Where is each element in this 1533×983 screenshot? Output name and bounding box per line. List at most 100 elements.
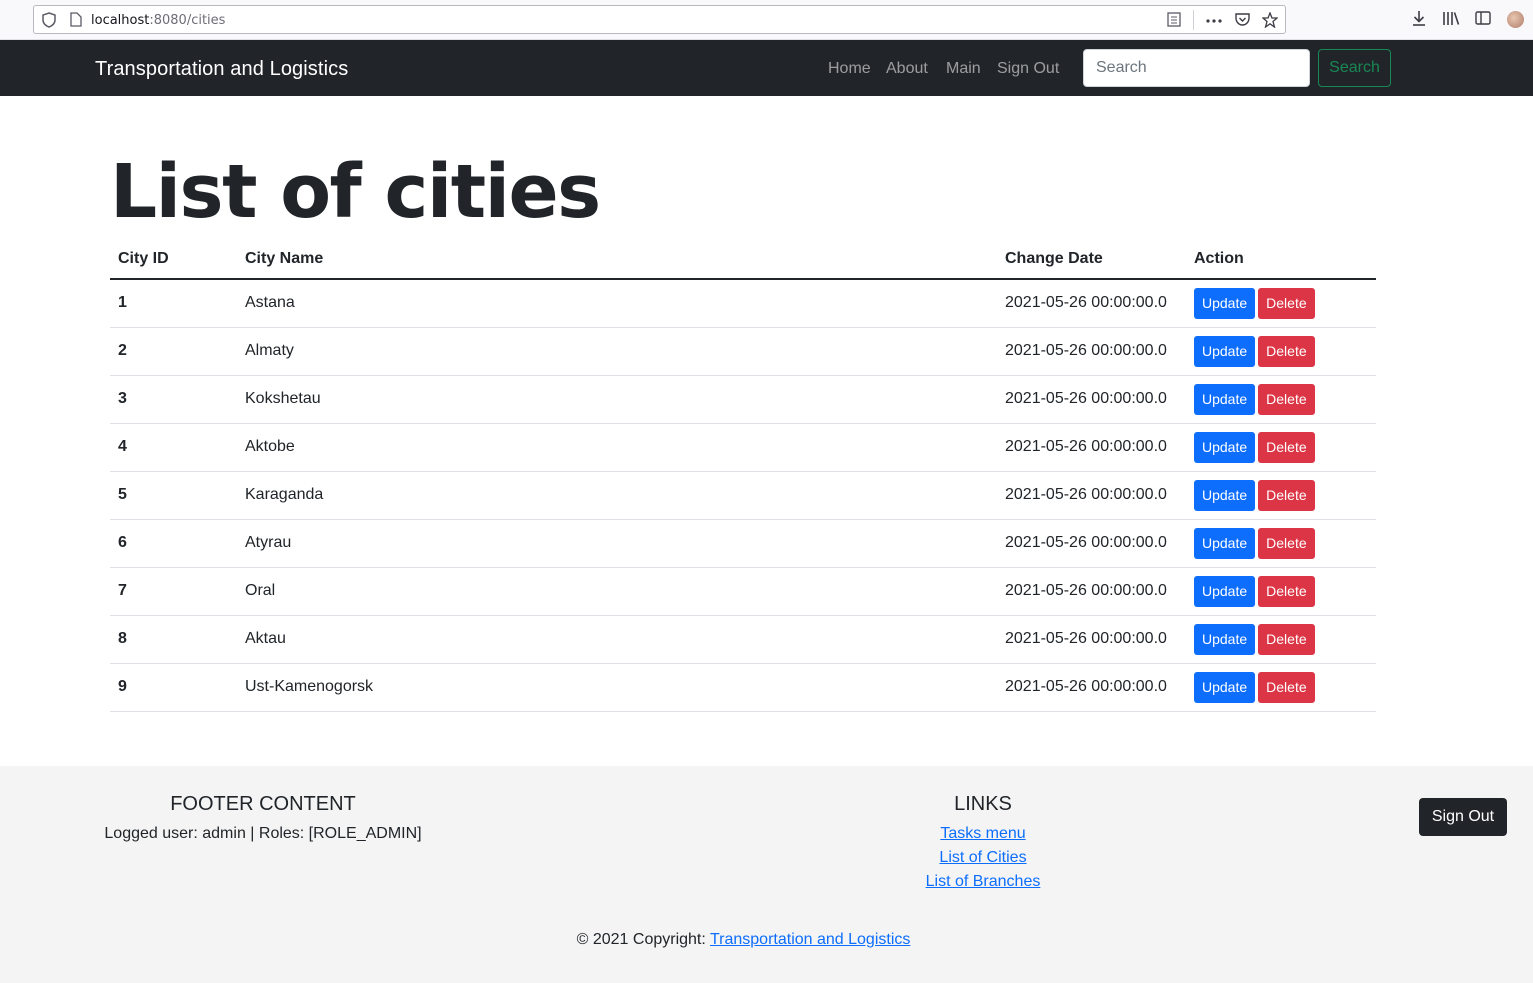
url-path: :8080/cities: [149, 13, 226, 28]
toolbar-separator: [1193, 10, 1194, 30]
change-date-cell: 2021-05-26 00:00:00.0: [997, 471, 1186, 520]
change-date-cell: 2021-05-26 00:00:00.0: [997, 423, 1186, 472]
city-id-cell: 3: [110, 375, 237, 424]
city-name-cell: Kokshetau: [237, 375, 997, 424]
city-id-cell: 7: [110, 567, 237, 616]
search-input[interactable]: [1083, 49, 1310, 87]
table-row: 3 Kokshetau 2021-05-26 00:00:00.0 Update Del…: [110, 375, 1376, 424]
table-row: 8 Aktau 2021-05-26 00:00:00.0 Update Delete: [110, 615, 1376, 664]
bookmark-star-icon[interactable]: [1261, 11, 1279, 29]
footer-link-list-of-cities[interactable]: List of Cities: [883, 846, 1083, 870]
nav-link-home[interactable]: Home: [828, 59, 871, 79]
search-button[interactable]: Search: [1318, 49, 1391, 87]
action-cell: Update Delete: [1186, 375, 1376, 424]
copyright-text: © 2021 Copyright:: [576, 931, 710, 948]
city-name-cell: Ust-Kamenogorsk: [237, 663, 997, 712]
footer-links-section: LINKS Tasks menu List of Cities List of …: [883, 792, 1083, 894]
city-name-cell: Aktau: [237, 615, 997, 664]
nav-link-about[interactable]: About: [886, 59, 928, 79]
city-name-cell: Astana: [237, 279, 997, 328]
change-date-cell: 2021-05-26 00:00:00.0: [997, 519, 1186, 568]
action-cell: Update Delete: [1186, 615, 1376, 664]
city-name-cell: Oral: [237, 567, 997, 616]
footer-link-list-of-branches[interactable]: List of Branches: [883, 870, 1083, 894]
column-header-city-name: City Name: [237, 240, 997, 280]
footer-sign-out-button[interactable]: Sign Out: [1419, 798, 1507, 836]
shield-icon[interactable]: [41, 12, 57, 28]
update-button[interactable]: Update: [1194, 383, 1256, 415]
column-header-change-date: Change Date: [997, 240, 1186, 280]
change-date-cell: 2021-05-26 00:00:00.0: [997, 375, 1186, 424]
column-header-action: Action: [1186, 240, 1376, 280]
delete-button[interactable]: Delete: [1258, 527, 1315, 559]
action-cell: Update Delete: [1186, 567, 1376, 616]
city-id-cell: 6: [110, 519, 237, 568]
change-date-cell: 2021-05-26 00:00:00.0: [997, 663, 1186, 712]
city-name-cell: Karaganda: [237, 471, 997, 520]
city-name-cell: Almaty: [237, 327, 997, 376]
library-icon[interactable]: [1441, 10, 1461, 30]
update-button[interactable]: Update: [1194, 575, 1256, 607]
delete-button[interactable]: Delete: [1258, 335, 1315, 367]
nav-link-main[interactable]: Main: [946, 59, 981, 79]
city-id-cell: 4: [110, 423, 237, 472]
address-bar[interactable]: localhost:8080/cities: [33, 5, 1286, 34]
action-cell: Update Delete: [1186, 663, 1376, 712]
delete-button[interactable]: Delete: [1258, 575, 1315, 607]
nav-link-sign-out[interactable]: Sign Out: [997, 59, 1059, 79]
table-row: 5 Karaganda 2021-05-26 00:00:00.0 Update Del…: [110, 471, 1376, 520]
change-date-cell: 2021-05-26 00:00:00.0: [997, 567, 1186, 616]
update-button[interactable]: Update: [1194, 335, 1256, 367]
change-date-cell: 2021-05-26 00:00:00.0: [997, 615, 1186, 664]
city-id-cell: 5: [110, 471, 237, 520]
table-row: 1 Astana 2021-05-26 00:00:00.0 Update Delete: [110, 279, 1376, 328]
page-title: List of cities: [110, 149, 601, 235]
delete-button[interactable]: Delete: [1258, 383, 1315, 415]
action-cell: Update Delete: [1186, 327, 1376, 376]
sidebar-icon[interactable]: [1473, 10, 1493, 30]
footer-links-heading: LINKS: [954, 793, 1012, 815]
delete-button[interactable]: Delete: [1258, 623, 1315, 655]
downloads-icon[interactable]: [1409, 10, 1429, 30]
table-row: 7 Oral 2021-05-26 00:00:00.0 Update Delete: [110, 567, 1376, 616]
footer-link-tasks-menu[interactable]: Tasks menu: [883, 822, 1083, 846]
reader-view-icon[interactable]: [1166, 12, 1182, 28]
copyright: © 2021 Copyright: Transportation and Log…: [0, 928, 1487, 952]
action-cell: Update Delete: [1186, 423, 1376, 472]
footer: FOOTER CONTENT Logged user: admin | Role…: [0, 766, 1533, 983]
update-button[interactable]: Update: [1194, 431, 1256, 463]
copyright-link[interactable]: Transportation and Logistics: [710, 931, 910, 948]
delete-button[interactable]: Delete: [1258, 479, 1315, 511]
update-button[interactable]: Update: [1194, 623, 1256, 655]
table-row: 9 Ust-Kamenogorsk 2021-05-26 00:00:00.0 Upd…: [110, 663, 1376, 712]
delete-button[interactable]: Delete: [1258, 287, 1315, 319]
navbar-brand[interactable]: Transportation and Logistics: [95, 57, 348, 81]
url-text[interactable]: localhost:8080/cities: [91, 12, 225, 29]
city-id-cell: 2: [110, 327, 237, 376]
more-actions-icon[interactable]: [1206, 12, 1222, 28]
column-header-city-id: City ID: [110, 240, 237, 280]
city-name-cell: Aktobe: [237, 423, 997, 472]
update-button[interactable]: Update: [1194, 287, 1256, 319]
update-button[interactable]: Update: [1194, 479, 1256, 511]
change-date-cell: 2021-05-26 00:00:00.0: [997, 327, 1186, 376]
footer-content-heading: FOOTER CONTENT: [170, 793, 356, 815]
action-cell: Update Delete: [1186, 519, 1376, 568]
footer-content-section: FOOTER CONTENT Logged user: admin | Role…: [102, 792, 424, 846]
table-row: 2 Almaty 2021-05-26 00:00:00.0 Update Delete: [110, 327, 1376, 376]
delete-button[interactable]: Delete: [1258, 431, 1315, 463]
account-avatar-icon[interactable]: [1507, 11, 1524, 28]
navbar: Transportation and Logistics Home About …: [0, 40, 1533, 96]
table-row: 4 Aktobe 2021-05-26 00:00:00.0 Update Delete: [110, 423, 1376, 472]
update-button[interactable]: Update: [1194, 671, 1256, 703]
city-name-cell: Atyrau: [237, 519, 997, 568]
city-id-cell: 8: [110, 615, 237, 664]
delete-button[interactable]: Delete: [1258, 671, 1315, 703]
page-icon: [68, 12, 84, 28]
cities-table: City ID City Name Change Date Action 1 As…: [110, 240, 1376, 712]
city-id-cell: 9: [110, 663, 237, 712]
browser-toolbar: localhost:8080/cities: [0, 0, 1533, 40]
city-id-cell: 1: [110, 279, 237, 328]
pocket-icon[interactable]: [1234, 12, 1250, 28]
update-button[interactable]: Update: [1194, 527, 1256, 559]
